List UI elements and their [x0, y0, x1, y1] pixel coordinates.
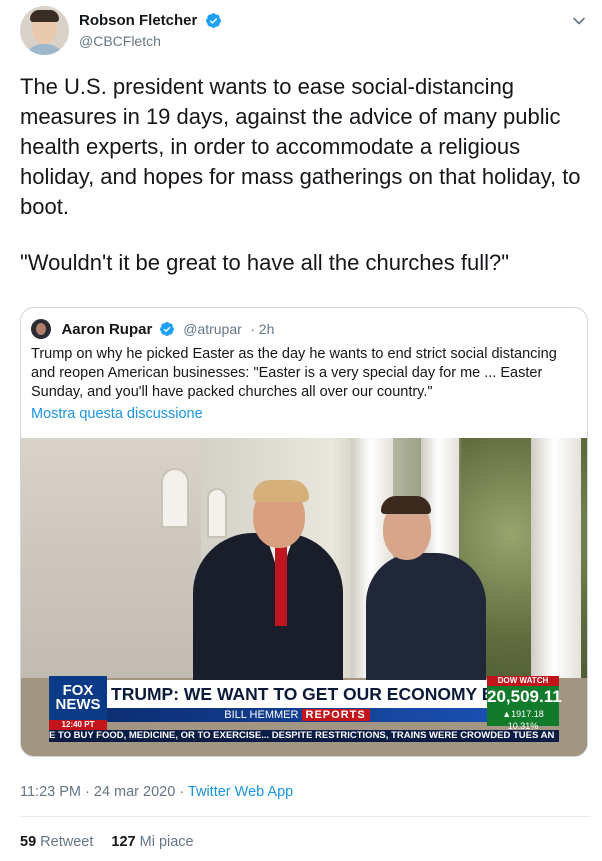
tweet-timestamp[interactable]: 11:23 PM · 24 mar 2020 ·	[20, 784, 188, 800]
verified-badge-icon	[159, 322, 174, 336]
tweet-header: Robson Fletcher @CBCFletch	[20, 6, 590, 58]
dow-title: DOW WATCH	[487, 676, 559, 686]
retweets-stat[interactable]: 59 Retweet	[20, 834, 93, 850]
quoted-author-handle: @atrupar	[183, 321, 242, 337]
video-player[interactable]: FOX NEWS 12:40 PT TRUMP: WE WANT TO GET …	[21, 438, 587, 756]
show-suffix: REPORTS	[301, 709, 370, 721]
news-chyron: FOX NEWS 12:40 PT TRUMP: WE WANT TO GET …	[49, 676, 562, 754]
quoted-tweet[interactable]: Aaron Rupar @atrupar · 2h Trump on why h…	[20, 307, 588, 757]
retweets-count: 59	[20, 834, 37, 850]
dow-watch: DOW WATCH 20,509.11 ▲1917.18 10.31%	[487, 676, 562, 731]
show-name: BILL HEMMER	[224, 709, 299, 721]
dow-value: 20,509.11	[487, 687, 562, 706]
likes-count: 127	[111, 834, 136, 850]
chyron-headline: TRUMP: WE WANT TO GET OUR ECONOMY BACK	[107, 680, 532, 708]
quoted-tweet-header: Aaron Rupar @atrupar · 2h	[31, 319, 274, 339]
person-suit	[193, 533, 343, 683]
tweet-stats: 59 Retweet 127 Mi piace	[20, 834, 194, 850]
likes-stat[interactable]: 127 Mi piace	[111, 834, 193, 850]
likes-label: Mi piace	[139, 834, 194, 850]
chevron-down-icon[interactable]	[572, 14, 586, 28]
arched-window	[161, 468, 189, 528]
quoted-tweet-text: Trump on why he picked Easter as the day…	[31, 346, 557, 400]
divider	[20, 816, 590, 817]
arched-window	[207, 488, 227, 538]
show-name-bar: BILL HEMMER REPORTS	[107, 708, 487, 722]
retweets-label: Retweet	[40, 834, 94, 850]
person-interviewer	[366, 553, 486, 683]
tweet-body: The U.S. president wants to ease social-…	[20, 72, 590, 278]
tweet-paragraph-quote: "Wouldn't it be great to have all the ch…	[20, 250, 510, 275]
red-tie	[275, 546, 287, 626]
quoted-tweet-time: · 2h	[250, 321, 275, 337]
dow-change: ▲1917.18 10.31%	[502, 709, 544, 731]
author-display-name[interactable]: Robson Fletcher	[79, 12, 197, 29]
quoted-author-avatar	[31, 319, 51, 339]
verified-badge-icon	[205, 13, 221, 29]
author-name-block[interactable]: Robson Fletcher @CBCFletch	[79, 12, 222, 49]
tweet-source-app[interactable]: Twitter Web App	[188, 784, 293, 800]
broadcast-time: 12:40 PT	[49, 720, 107, 730]
column	[531, 438, 581, 688]
news-ticker: E TO BUY FOOD, MEDICINE, OR TO EXERCISE.…	[49, 730, 559, 742]
author-handle[interactable]: @CBCFletch	[79, 33, 222, 49]
quoted-author-name: Aaron Rupar	[61, 320, 153, 338]
tweet-paragraph: The U.S. president wants to ease social-…	[20, 74, 587, 219]
author-avatar[interactable]	[20, 6, 69, 55]
show-thread-link[interactable]: Mostra questa discussione	[31, 406, 203, 422]
tweet-meta: 11:23 PM · 24 mar 2020 · Twitter Web App	[20, 784, 293, 800]
